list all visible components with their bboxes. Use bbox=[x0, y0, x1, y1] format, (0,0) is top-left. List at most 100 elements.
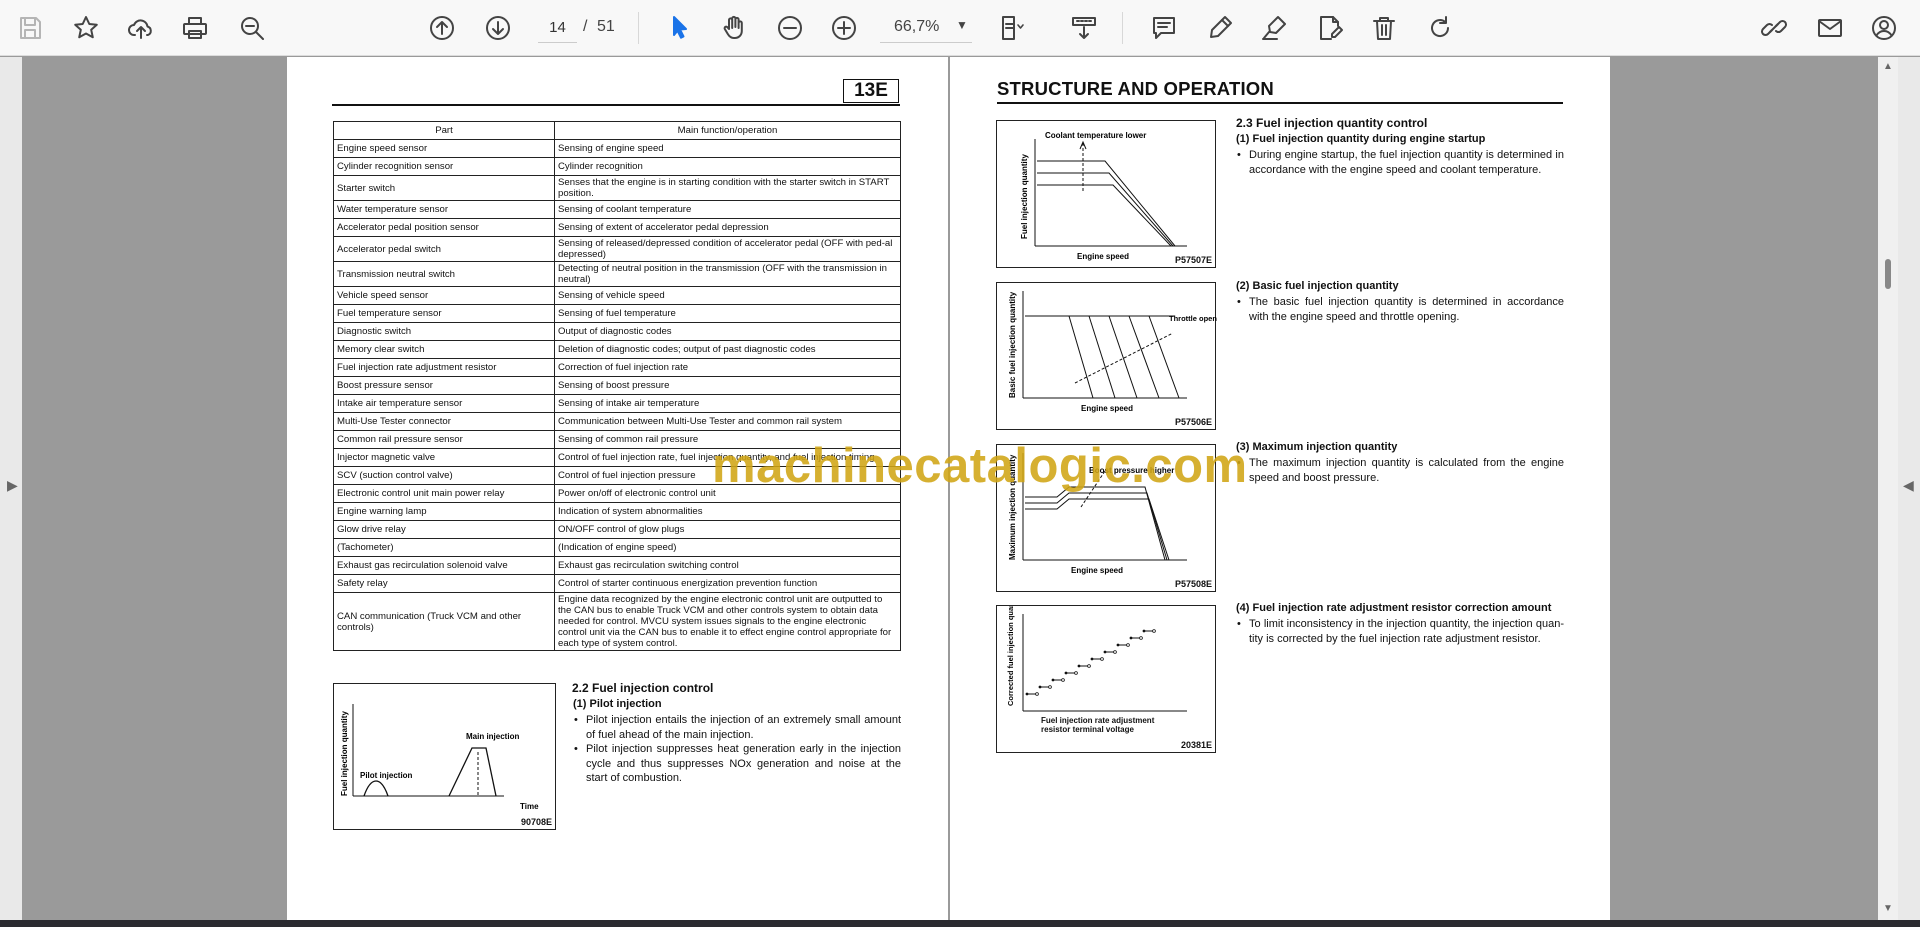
function-cell: ON/OFF control of glow plugs bbox=[554, 520, 901, 539]
function-cell: Correction of fuel injection rate bbox=[554, 358, 901, 377]
save-icon[interactable] bbox=[12, 10, 48, 46]
print-icon[interactable] bbox=[177, 10, 213, 46]
upload-cloud-icon[interactable] bbox=[123, 10, 159, 46]
previous-page-icon[interactable] bbox=[424, 10, 460, 46]
table-row: Starter switch Senses that the engine is … bbox=[333, 175, 901, 201]
hand-pan-icon[interactable] bbox=[716, 10, 752, 46]
startup-injection-graph: Coolant temperature lower Fuel injection… bbox=[1020, 131, 1187, 261]
resistor-correction-graph: Corrected fuel injection quantity Fuel i… bbox=[1006, 606, 1187, 734]
column-header-function: Main function/operation bbox=[554, 121, 901, 140]
rotate-icon[interactable] bbox=[1422, 10, 1458, 46]
fig2-annotation: Throttle opening bbox=[1169, 314, 1217, 323]
figure-code: P57507E bbox=[1174, 255, 1212, 265]
subheading-pilot-injection: (1) Pilot injection bbox=[573, 698, 662, 710]
chevron-down-icon: ▼ bbox=[956, 18, 968, 32]
watermark-text: machinecatalogic.com bbox=[712, 439, 1248, 493]
table-row: Diagnostic switch Output of diagnostic co… bbox=[333, 322, 901, 341]
pilot-fig-ylabel: Fuel injection quantity bbox=[340, 711, 349, 796]
part-cell: Cylinder recognition sensor bbox=[333, 157, 555, 176]
taskbar-strip bbox=[0, 920, 1920, 927]
correction-step-dot bbox=[1051, 678, 1055, 682]
table-header-row: Part Main function/operation bbox=[333, 121, 901, 140]
pilot-fig-pilot-label: Pilot injection bbox=[360, 771, 413, 780]
fig3-xlabel: Engine speed bbox=[1071, 566, 1123, 575]
header-rule bbox=[997, 102, 1563, 104]
share-link-icon[interactable] bbox=[1756, 10, 1792, 46]
table-row: Intake air temperature sensor Sensing of … bbox=[333, 394, 901, 413]
pilot-injection-text: Pilot injection entails the injection of… bbox=[573, 713, 901, 786]
bullet-item: To limit inconsistency in the injection … bbox=[1236, 617, 1564, 646]
expand-right-panel-icon[interactable]: ◀ bbox=[1903, 477, 1914, 494]
correction-step-dot bbox=[1035, 692, 1039, 696]
function-cell: Output of diagnostic codes bbox=[554, 322, 901, 341]
pilot-fig-main-label: Main injection bbox=[466, 732, 519, 741]
sign-pen-icon[interactable] bbox=[1256, 10, 1292, 46]
edit-document-icon[interactable] bbox=[1312, 10, 1348, 46]
bullet-item: Pilot injection suppresses heat generati… bbox=[573, 742, 901, 786]
select-pointer-icon[interactable] bbox=[662, 10, 698, 46]
function-cell: Detecting of neutral position in the tra… bbox=[554, 261, 901, 287]
correction-step-dot bbox=[1087, 664, 1091, 668]
scroll-mode-icon[interactable] bbox=[1066, 10, 1102, 46]
correction-steps bbox=[1025, 629, 1156, 696]
table-row: Accelerator pedal position sensor Sensing… bbox=[333, 218, 901, 237]
account-icon[interactable] bbox=[1866, 10, 1902, 46]
part-cell: Fuel temperature sensor bbox=[333, 304, 555, 323]
basic-injection-graph: Basic fuel injection quantity Throttle o… bbox=[1008, 291, 1217, 413]
zoom-out-icon[interactable] bbox=[772, 10, 808, 46]
zoom-in-icon[interactable] bbox=[826, 10, 862, 46]
figure-code: 90708E bbox=[520, 817, 552, 827]
table-row: Transmission neutral switch Detecting of … bbox=[333, 261, 901, 287]
bullet-item: During engine startup, the fuel injectio… bbox=[1236, 148, 1564, 177]
fig2-ylabel: Basic fuel injection quantity bbox=[1008, 291, 1017, 398]
bookmark-star-icon[interactable] bbox=[68, 10, 104, 46]
resistor-correction-figure: Corrected fuel injection quantity Fuel i… bbox=[996, 605, 1216, 753]
part-cell: Safety relay bbox=[333, 574, 555, 593]
section-heading-2-3: 2.3 Fuel injection quantity control bbox=[1236, 116, 1428, 130]
scrollbar-thumb[interactable] bbox=[1885, 259, 1891, 289]
page-number-input[interactable] bbox=[538, 13, 577, 43]
parts-function-table: Part Main function/operation Engine spee… bbox=[333, 121, 901, 651]
function-cell: Control of starter continuous energizati… bbox=[554, 574, 901, 593]
function-cell: Deletion of diagnostic codes; output of … bbox=[554, 340, 901, 359]
part-cell: Injector magnetic valve bbox=[333, 448, 555, 467]
basic-text: The basic fuel injection quantity is det… bbox=[1236, 295, 1564, 324]
subheading-startup: (1) Fuel injection quantity during engin… bbox=[1236, 133, 1486, 145]
table-row: CAN communication (Truck VCM and other c… bbox=[333, 592, 901, 651]
part-cell: Common rail pressure sensor bbox=[333, 430, 555, 449]
subheading-resistor: (4) Fuel injection rate adjustment resis… bbox=[1236, 602, 1552, 614]
zoom-dropdown[interactable]: 66,7% ▼ bbox=[880, 13, 972, 43]
table-row: Boost pressure sensor Sensing of boost pr… bbox=[333, 376, 901, 395]
table-row: Engine speed sensor Sensing of engine spe… bbox=[333, 139, 901, 158]
email-icon[interactable] bbox=[1812, 10, 1848, 46]
page-fit-icon[interactable] bbox=[994, 10, 1030, 46]
part-cell: Engine speed sensor bbox=[333, 139, 555, 158]
scroll-down-icon[interactable]: ▼ bbox=[1883, 903, 1893, 914]
comment-icon[interactable] bbox=[1146, 10, 1182, 46]
section-tag: 13E bbox=[843, 79, 899, 103]
highlight-pen-icon[interactable] bbox=[1202, 10, 1238, 46]
part-cell: Vehicle speed sensor bbox=[333, 286, 555, 305]
part-cell: Intake air temperature sensor bbox=[333, 394, 555, 413]
right-panel-strip: ◀ bbox=[1898, 57, 1920, 920]
correction-step-dot bbox=[1142, 629, 1146, 633]
basic-injection-figure: Basic fuel injection quantity Throttle o… bbox=[996, 282, 1217, 430]
function-cell: Cylinder recognition bbox=[554, 157, 901, 176]
correction-step-dot bbox=[1064, 671, 1068, 675]
column-header-part: Part bbox=[333, 121, 555, 140]
bullet-item: The maximum injection quantity is calcul… bbox=[1236, 456, 1564, 485]
correction-step-dot bbox=[1090, 657, 1094, 661]
delete-trash-icon[interactable] bbox=[1366, 10, 1402, 46]
vertical-scrollbar[interactable]: ▲ ▼ bbox=[1878, 57, 1898, 920]
correction-step-dot bbox=[1025, 692, 1029, 696]
expand-left-panel-icon[interactable]: ▶ bbox=[7, 477, 18, 494]
part-cell: Fuel injection rate adjustment resistor bbox=[333, 358, 555, 377]
correction-step-dot bbox=[1048, 685, 1052, 689]
zoom-search-icon[interactable] bbox=[234, 10, 270, 46]
part-cell: Water temperature sensor bbox=[333, 200, 555, 219]
scroll-up-icon[interactable]: ▲ bbox=[1883, 61, 1893, 72]
section-heading-2-2: 2.2 Fuel injection control bbox=[572, 681, 714, 695]
table-row: Accelerator pedal switch Sensing of relea… bbox=[333, 236, 901, 262]
subheading-maximum: (3) Maximum injection quantity bbox=[1236, 441, 1398, 453]
next-page-icon[interactable] bbox=[480, 10, 516, 46]
